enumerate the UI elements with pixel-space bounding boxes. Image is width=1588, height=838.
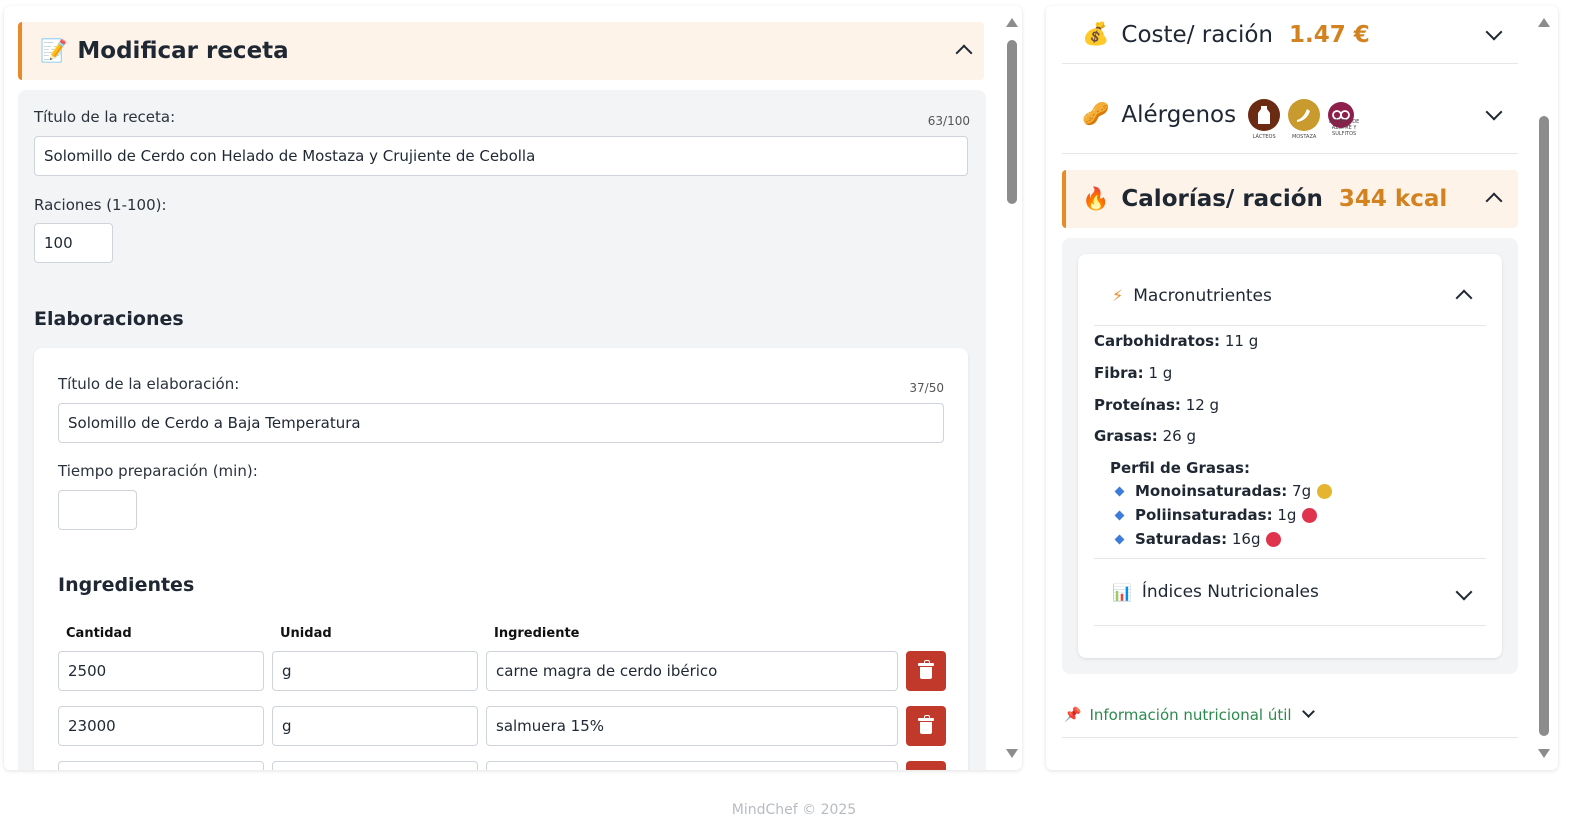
macronutrients-card: ⚡ Macronutrientes Carbohidratos: 11 g Fi… — [1078, 254, 1502, 658]
peanut-icon: 🥜 — [1082, 102, 1110, 127]
useful-nutrition-info-toggle[interactable]: 📌 Información nutricional útil — [1062, 692, 1518, 738]
yellow-circle-icon — [1317, 483, 1333, 499]
ingredient-quantity-input[interactable]: 2500 — [58, 651, 264, 691]
scroll-down-arrow-icon[interactable] — [1538, 749, 1550, 758]
ingredient-quantity-input[interactable] — [58, 761, 264, 770]
scrollbar-thumb[interactable] — [1007, 40, 1017, 204]
trash-icon — [918, 660, 934, 679]
red-circle-icon — [1302, 507, 1318, 523]
nutritional-indices-title: Índices Nutricionales — [1141, 582, 1319, 602]
ingredient-quantity-input[interactable]: 23000 — [58, 706, 264, 746]
scrollbar-thumb[interactable] — [1539, 116, 1549, 736]
allergens-label: Alérgenos — [1121, 101, 1237, 128]
calories-value: 344 kcal — [1338, 186, 1448, 212]
recipe-title-input[interactable]: Solomillo de Cerdo con Helado de Mostaza… — [34, 136, 968, 176]
protein-line: Proteínas: 12 g — [1094, 396, 1220, 414]
ingredient-unit-input[interactable] — [272, 761, 478, 770]
nutritional-indices-accordion[interactable]: 📊 Índices Nutricionales — [1094, 558, 1486, 626]
column-header-quantity: Cantidad — [66, 626, 132, 641]
useful-nutrition-info-label: Información nutricional útil — [1089, 705, 1292, 724]
recipe-editor-panel: 📝 Modificar receta Título de la receta: … — [4, 6, 1022, 770]
pushpin-icon: 📌 — [1064, 706, 1082, 723]
elaboration-title-input[interactable]: Solomillo de Cerdo a Baja Temperatura — [58, 403, 944, 443]
calories-label: Calorías/ ración — [1121, 186, 1323, 212]
fat-line: Grasas: 26 g — [1094, 427, 1196, 445]
ingredient-unit-input[interactable]: g — [272, 706, 478, 746]
footer-copyright: MindChef © 2025 — [731, 802, 857, 818]
servings-label: Raciones (1-100): — [34, 196, 167, 214]
money-bag-icon: 💰 — [1082, 22, 1110, 47]
elaboration-card: Título de la elaboración: 37/50 Solomill… — [34, 348, 968, 770]
chevron-up-icon[interactable] — [1455, 289, 1473, 307]
fire-icon: 🔥 — [1082, 186, 1110, 212]
elaborations-title: Elaboraciones — [34, 308, 184, 330]
ingredient-name-input[interactable] — [486, 761, 898, 770]
prep-time-input[interactable] — [58, 490, 137, 530]
calories-details: ⚡ Macronutrientes Carbohidratos: 11 g Fi… — [1062, 238, 1518, 674]
chevron-up-icon[interactable] — [955, 44, 973, 62]
carbs-line: Carbohidratos: 11 g — [1094, 332, 1259, 350]
scroll-down-arrow-icon[interactable] — [1006, 749, 1018, 758]
diamond-bullet-icon — [1114, 534, 1125, 544]
delete-ingredient-button[interactable] — [906, 706, 946, 746]
mustard-allergen-icon: MOSTAZA — [1288, 98, 1321, 140]
fat-profile-item: Monoinsaturadas: 7g — [1114, 482, 1333, 500]
bar-chart-icon: 📊 — [1112, 582, 1132, 602]
ingredient-name-input[interactable]: salmuera 15% — [486, 706, 898, 746]
trash-icon — [918, 715, 934, 734]
chevron-down-icon[interactable] — [1485, 103, 1503, 121]
ingredient-unit-input[interactable]: g — [272, 651, 478, 691]
recipe-form: Título de la receta: 63/100 Solomillo de… — [18, 90, 986, 770]
sulphites-allergen-icon: DIÓXIDO DE AZUFRE Y SULFITOS — [1328, 101, 1359, 137]
fiber-line: Fibra: 1 g — [1094, 364, 1173, 382]
chevron-down-icon[interactable] — [1301, 705, 1315, 718]
elaboration-title-counter: 37/50 — [909, 381, 944, 395]
calories-accordion[interactable]: 🔥 Calorías/ ración 344 kcal — [1062, 170, 1518, 228]
delete-ingredient-button[interactable] — [906, 761, 946, 770]
chevron-down-icon[interactable] — [1485, 23, 1503, 41]
memo-icon: 📝 — [40, 38, 68, 64]
edit-recipe-title: Modificar receta — [77, 38, 289, 64]
chevron-up-icon[interactable] — [1485, 192, 1503, 210]
diamond-bullet-icon — [1114, 486, 1125, 496]
prep-time-label: Tiempo preparación (min): — [58, 462, 258, 480]
delete-ingredient-button[interactable] — [906, 651, 946, 691]
diamond-bullet-icon — [1114, 510, 1125, 520]
ingredients-title: Ingredientes — [58, 574, 195, 596]
servings-input[interactable]: 100 — [34, 223, 113, 263]
cost-accordion[interactable]: 💰 Coste/ ración 1.47 € — [1062, 6, 1518, 64]
recipe-summary-panel: 💰 Coste/ ración 1.47 € 🥜 Alérgenos LÁCTE… — [1046, 6, 1558, 770]
column-header-unit: Unidad — [280, 626, 332, 641]
left-scrollbar[interactable] — [1002, 6, 1022, 770]
red-circle-icon — [1266, 531, 1282, 547]
edit-recipe-header[interactable]: 📝 Modificar receta — [18, 22, 984, 80]
ingredient-name-input[interactable]: carne magra de cerdo ibérico — [486, 651, 898, 691]
column-header-ingredient: Ingrediente — [494, 626, 580, 641]
recipe-editor-scroll-area: 📝 Modificar receta Título de la receta: … — [4, 6, 1002, 770]
lightning-icon: ⚡ — [1112, 286, 1124, 305]
scroll-up-arrow-icon[interactable] — [1006, 18, 1018, 27]
macronutrients-title: Macronutrientes — [1133, 285, 1272, 306]
fat-profile-title: Perfil de Grasas: — [1110, 459, 1250, 477]
cost-label: Coste/ ración — [1121, 21, 1273, 48]
recipe-title-counter: 63/100 — [927, 114, 970, 128]
fat-profile-item: Saturadas: 16g — [1114, 530, 1282, 548]
milk-allergen-icon: LÁCTEOS — [1248, 98, 1281, 140]
right-scrollbar[interactable] — [1534, 6, 1554, 770]
fat-profile-item: Poliinsaturadas: 1g — [1114, 506, 1318, 524]
recipe-title-label: Título de la receta: — [34, 108, 176, 126]
chevron-down-icon[interactable] — [1455, 583, 1473, 601]
cost-value: 1.47 € — [1288, 21, 1370, 48]
scroll-up-arrow-icon[interactable] — [1538, 18, 1550, 27]
allergens-accordion[interactable]: 🥜 Alérgenos LÁCTEOS MOSTAZA DIÓXIDO DE A… — [1062, 76, 1518, 154]
elaboration-title-label: Título de la elaboración: — [58, 375, 240, 393]
macronutrients-accordion[interactable]: ⚡ Macronutrientes — [1094, 266, 1486, 326]
